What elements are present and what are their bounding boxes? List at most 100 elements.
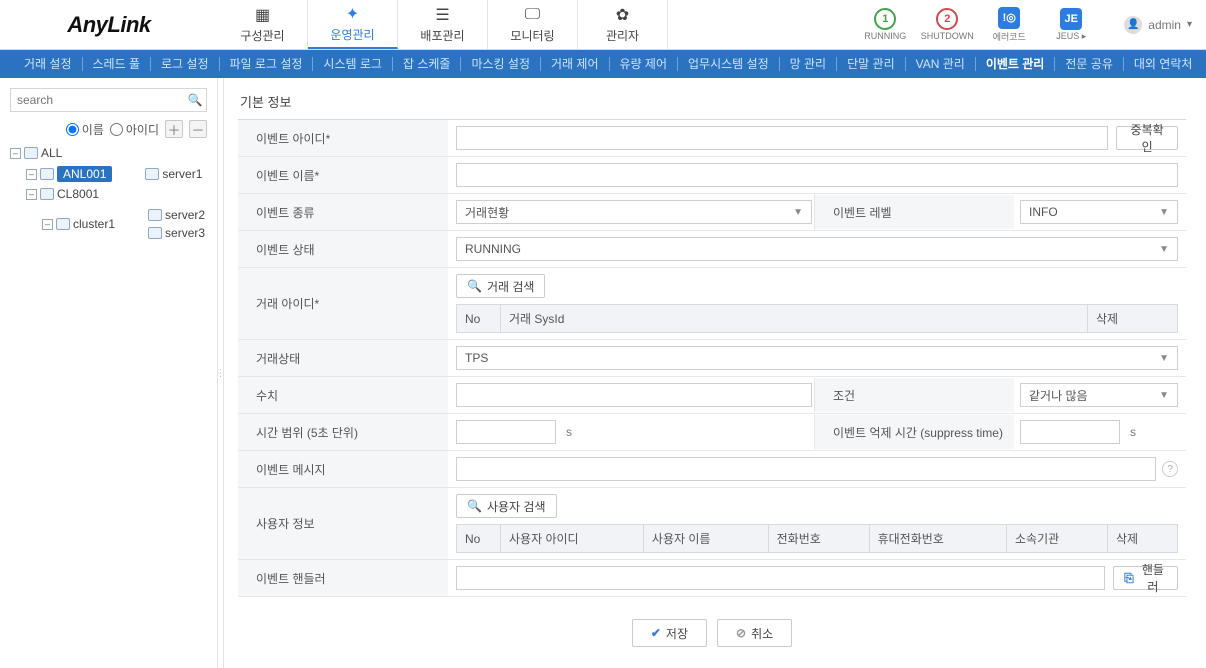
subnav-item[interactable]: 마스킹 설정 (461, 57, 541, 71)
label-event-message: 이벤트 메시지 (238, 451, 448, 488)
tree-node-server3[interactable]: server3 (134, 224, 205, 242)
dup-check-label: 중복확인 (1127, 121, 1167, 155)
select-value: 거래현황 (465, 204, 509, 221)
tab-label: 운영관리 (330, 26, 374, 43)
radio-id-input[interactable] (110, 123, 123, 136)
tab-config[interactable]: ▦ 구성관리 (218, 0, 308, 49)
select-value: RUNNING (465, 242, 521, 256)
user-table: No 사용자 아이디 사용자 이름 전화번호 휴대전화번호 소속기관 삭제 (456, 524, 1178, 553)
tree-node-anl001[interactable]: – ANL001 server1 (26, 163, 207, 185)
tree-label: cluster1 (73, 217, 115, 231)
tree-toggle-icon[interactable]: – (26, 169, 37, 180)
subnav-item[interactable]: 망 관리 (780, 57, 837, 71)
tab-operations[interactable]: ✦ 운영관리 (308, 0, 398, 49)
input-event-name[interactable] (456, 163, 1178, 187)
tree-node-cl8001[interactable]: – CL8001 – cluster1 (26, 185, 207, 246)
subnav-item[interactable]: 전문 공유 (1055, 57, 1124, 71)
label-time-range: 시간 범위 (5초 단위) (238, 414, 448, 451)
search-input[interactable] (10, 88, 207, 112)
select-condition[interactable]: 같거나 많음 ▼ (1020, 383, 1178, 407)
topbar-right: 1 RUNNING 2 SHUTDOWN !◎ 에러코드 JE JEUS ▸ 👤… (858, 0, 1206, 49)
cancel-icon: ⊘ (736, 626, 746, 640)
help-icon[interactable]: ? (1162, 461, 1178, 477)
tx-search-button[interactable]: 🔍 거래 검색 (456, 274, 545, 298)
handler-label: 핸들러 (1139, 561, 1167, 595)
subnav-item[interactable]: 스레드 풀 (83, 57, 152, 71)
input-event-id[interactable] (456, 126, 1108, 150)
body: 🔍 이름 아이디 ＋ － – ALL – ANL001 (0, 78, 1206, 668)
handler-icon: ⎘ (1124, 571, 1134, 586)
input-suppress-time[interactable] (1020, 420, 1120, 444)
tab-monitoring[interactable]: 🖵 모니터링 (488, 0, 578, 49)
subnav-item[interactable]: 잡 스케줄 (393, 57, 462, 71)
subnav-item[interactable]: 대외 연락처 (1124, 57, 1203, 71)
label-event-level: 이벤트 레벨 (814, 195, 1014, 229)
search-icon[interactable]: 🔍 (187, 92, 203, 108)
subnav-item[interactable]: 거래 설정 (14, 57, 83, 71)
tree-node-all[interactable]: – ALL – ANL001 server1 (10, 144, 207, 248)
cancel-label: 취소 (751, 625, 773, 642)
jeus-icon: JE (1060, 8, 1082, 30)
subnav-item[interactable]: 로그 설정 (151, 57, 220, 71)
tab-label: 배포관리 (420, 27, 464, 44)
subnav-item[interactable]: 거래 제어 (541, 57, 610, 71)
cancel-button[interactable]: ⊘ 취소 (717, 619, 792, 647)
status-running[interactable]: 1 RUNNING (858, 8, 912, 41)
badge-errorcode[interactable]: !◎ 에러코드 (982, 7, 1036, 43)
select-event-state[interactable]: RUNNING ▼ (456, 237, 1178, 261)
input-event-handler[interactable] (456, 566, 1105, 590)
tree-label: server1 (162, 167, 202, 181)
topbar: AnyLink ▦ 구성관리 ✦ 운영관리 ☰ 배포관리 🖵 모니터링 ✿ 관리… (0, 0, 1206, 50)
badge-jeus[interactable]: JE JEUS ▸ (1044, 8, 1098, 42)
running-label: RUNNING (864, 31, 906, 41)
radio-name[interactable]: 이름 (66, 121, 104, 138)
subnav-item[interactable]: 파일 로그 설정 (220, 57, 314, 71)
label-user-info: 사용자 정보 (238, 488, 448, 560)
save-button[interactable]: ✔ 저장 (632, 619, 707, 647)
tree-node-server2[interactable]: server2 (134, 206, 205, 224)
user-search-button[interactable]: 🔍 사용자 검색 (456, 494, 557, 518)
tree-toggle-icon[interactable]: – (10, 148, 21, 159)
user-col-org: 소속기관 (1007, 525, 1108, 553)
tab-label: 모니터링 (510, 27, 554, 44)
tree-label: server3 (165, 226, 205, 240)
input-time-range[interactable] (456, 420, 556, 444)
subnav-item[interactable]: 업무시스템 설정 (678, 57, 780, 71)
user-col-phone: 전화번호 (768, 525, 869, 553)
handler-button[interactable]: ⎘ 핸들러 (1113, 566, 1178, 590)
tree-toggle-icon[interactable]: – (26, 189, 37, 200)
search-icon: 🔍 (467, 279, 482, 293)
tree-toggle-icon[interactable]: – (42, 219, 53, 230)
subnav-item[interactable]: 시스템 로그 (313, 57, 393, 71)
input-value[interactable] (456, 383, 812, 407)
tab-deploy[interactable]: ☰ 배포관리 (398, 0, 488, 49)
expand-button[interactable]: ＋ (165, 120, 183, 138)
select-event-kind[interactable]: 거래현황 ▼ (456, 200, 812, 224)
radio-id[interactable]: 아이디 (110, 121, 159, 138)
section-title: 기본 정보 (240, 92, 1186, 111)
subnav-item[interactable]: VAN 관리 (906, 57, 976, 71)
tree-label: ALL (41, 146, 62, 160)
subnav: 거래 설정 스레드 풀 로그 설정 파일 로그 설정 시스템 로그 잡 스케줄 … (0, 50, 1206, 78)
top-tabs: ▦ 구성관리 ✦ 운영관리 ☰ 배포관리 🖵 모니터링 ✿ 관리자 (218, 0, 858, 49)
select-tx-state[interactable]: TPS ▼ (456, 346, 1178, 370)
input-event-message[interactable] (456, 457, 1156, 481)
subnav-item-active[interactable]: 이벤트 관리 (976, 57, 1056, 71)
tree-node-server1[interactable]: server1 (131, 165, 202, 183)
tx-col-no: No (457, 305, 501, 333)
tab-admin[interactable]: ✿ 관리자 (578, 0, 668, 49)
status-shutdown[interactable]: 2 SHUTDOWN (920, 8, 974, 41)
subnav-item[interactable]: 유량 제어 (610, 57, 679, 71)
radio-name-input[interactable] (66, 123, 79, 136)
user-menu[interactable]: 👤 admin ▾ (1124, 16, 1192, 34)
tree-node-cluster1[interactable]: – cluster1 server2 (42, 204, 205, 244)
sidebar-search: 🔍 (10, 88, 207, 112)
chevron-down-icon: ▼ (1159, 353, 1169, 364)
list-icon: ☰ (434, 6, 452, 24)
select-event-level[interactable]: INFO ▼ (1020, 200, 1178, 224)
folder-icon (40, 188, 54, 200)
dup-check-button[interactable]: 중복확인 (1116, 126, 1178, 150)
monitor-icon: 🖵 (524, 6, 542, 24)
collapse-button[interactable]: － (189, 120, 207, 138)
subnav-item[interactable]: 단말 관리 (837, 57, 906, 71)
